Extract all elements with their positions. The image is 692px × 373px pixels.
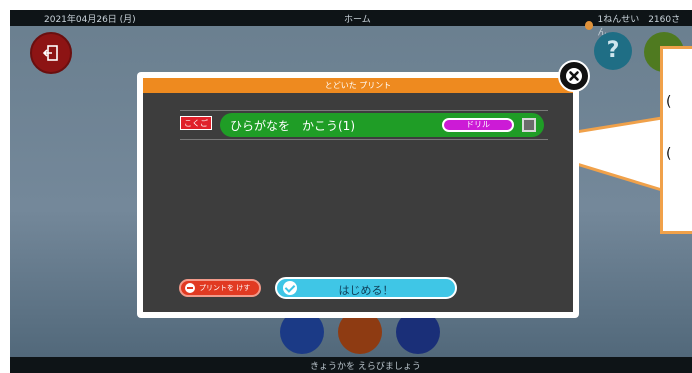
erase-print-label: プリントを けす bbox=[199, 284, 251, 292]
print-title: ひらがなを かこう(1) bbox=[230, 119, 355, 133]
erase-print-button[interactable]: プリントを けす bbox=[179, 279, 261, 297]
dialog-body: こくご ひらがなを かこう(1) ドリル プリントを けす はじめる！ bbox=[143, 93, 573, 312]
row-divider-bottom bbox=[180, 139, 548, 140]
callout-mark-1: ( bbox=[666, 94, 672, 110]
dialog-header: とどいた プリント bbox=[143, 78, 573, 93]
row-divider-top bbox=[180, 110, 548, 111]
print-select-checkbox[interactable] bbox=[522, 118, 536, 132]
callout-mark-2: ( bbox=[666, 146, 672, 162]
callout-box bbox=[660, 46, 692, 234]
minus-icon bbox=[185, 283, 195, 293]
drill-type-badge: ドリル bbox=[442, 118, 514, 132]
start-button[interactable]: はじめる！ bbox=[275, 277, 457, 299]
print-row[interactable]: ひらがなを かこう(1) ドリル bbox=[220, 113, 544, 137]
start-label: はじめる！ bbox=[338, 284, 394, 297]
close-icon bbox=[566, 68, 582, 84]
close-dialog-button[interactable] bbox=[558, 60, 590, 92]
received-prints-dialog: とどいた プリント こくご ひらがなを かこう(1) ドリル プリントを けす … bbox=[137, 72, 579, 318]
subject-badge: こくご bbox=[180, 116, 212, 130]
